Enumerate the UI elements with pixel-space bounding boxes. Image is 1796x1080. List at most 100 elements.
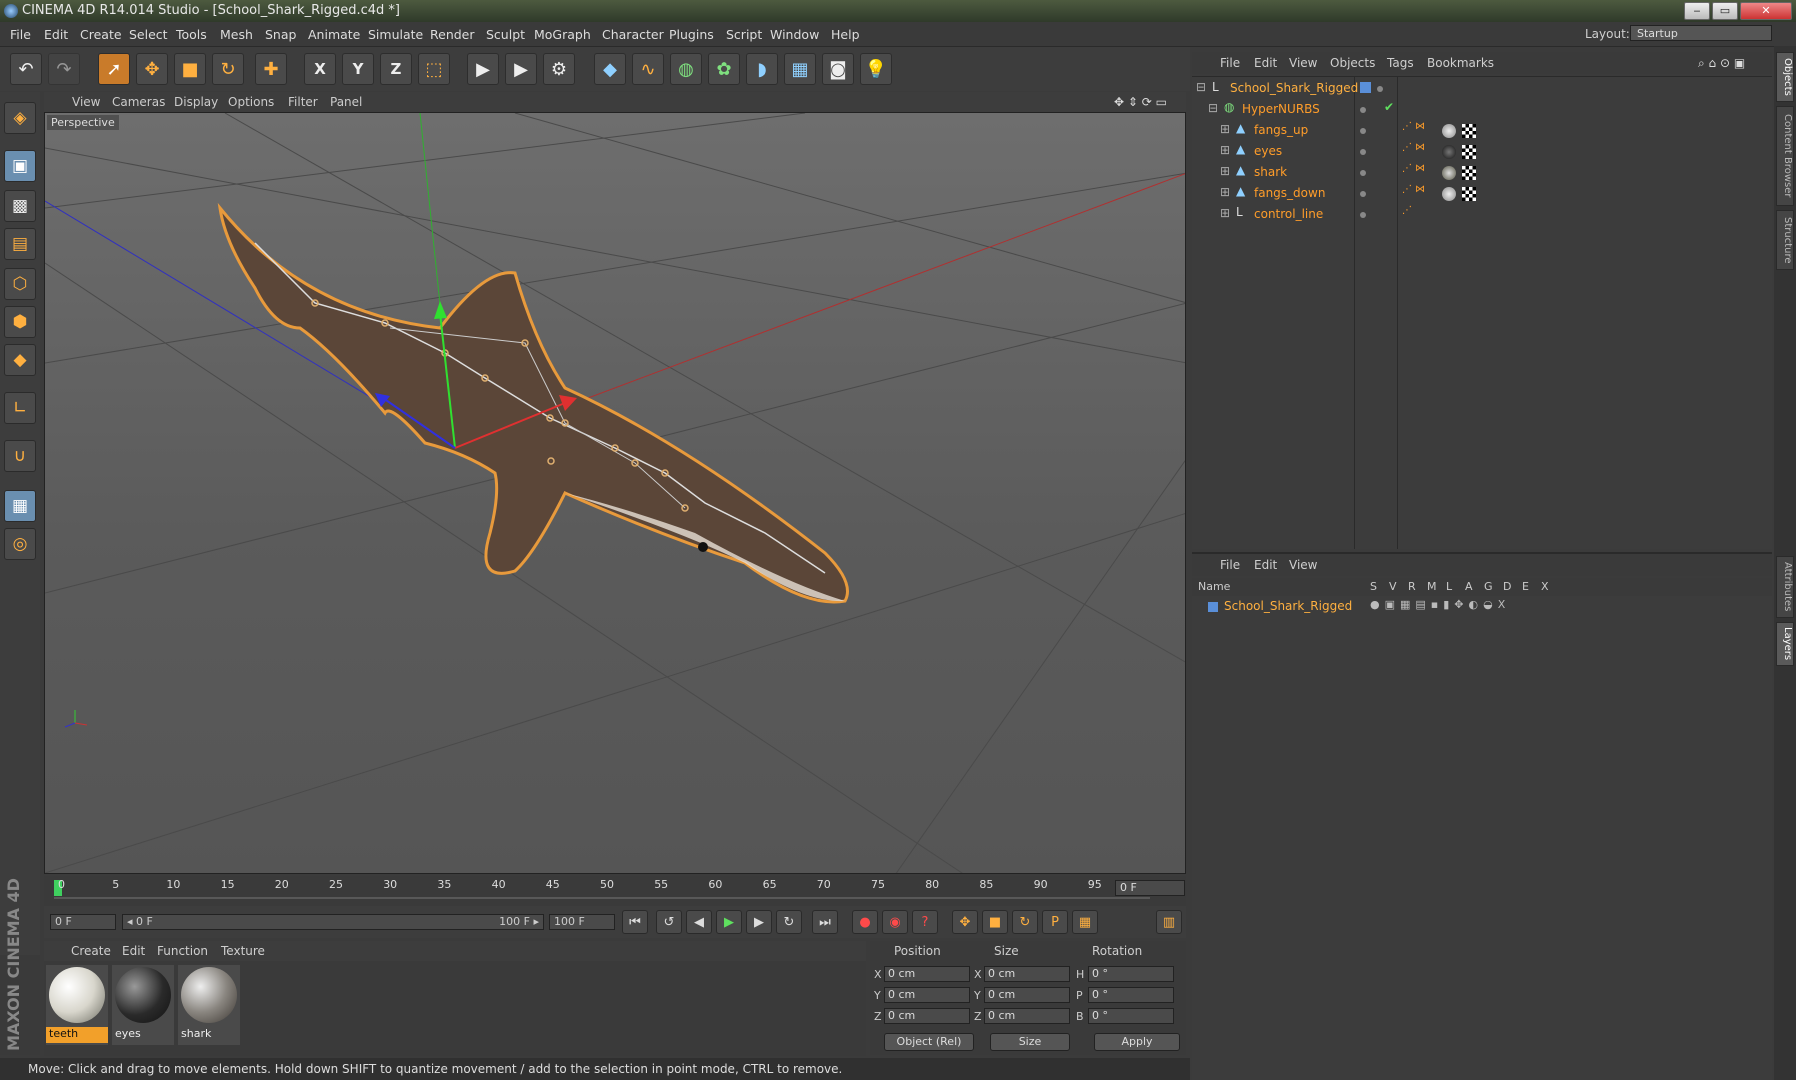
size-z-field[interactable]: 0 cm (984, 1008, 1070, 1024)
menu-plugins[interactable]: Plugins (669, 27, 714, 42)
object-row[interactable]: ⊟ ◍ HyperNURBS ✔ (1192, 100, 1772, 120)
material-tag-icon[interactable] (1442, 145, 1456, 159)
material-tag-icon[interactable] (1442, 124, 1456, 138)
col-generators[interactable]: G (1484, 580, 1493, 593)
object-row[interactable]: ⊞ L control_line ⋰ (1192, 205, 1772, 225)
material-shark[interactable]: shark (178, 965, 240, 1045)
workplane-icon[interactable]: ▤ (4, 228, 36, 260)
menu-render[interactable]: Render (430, 27, 475, 42)
objmgr-toolbar-icons[interactable]: ⌕ ⌂ ⊙ ▣ (1698, 56, 1745, 71)
visibility-dot[interactable] (1360, 149, 1366, 155)
z-axis-lock-button[interactable]: Z (380, 53, 412, 85)
material-eyes[interactable]: eyes (112, 965, 174, 1045)
position-x-field[interactable]: 0 cm (884, 966, 970, 982)
material-teeth[interactable]: teeth (46, 965, 108, 1045)
render-view-icon[interactable]: ▶ (467, 53, 499, 85)
autokeying-icon[interactable]: ◉ (882, 910, 908, 934)
record-rotation-icon[interactable]: ↻ (1012, 910, 1038, 934)
uvw-tag-icon[interactable] (1462, 166, 1476, 180)
expand-icon[interactable]: ⊞ (1220, 206, 1230, 220)
layermgr-menu-file[interactable]: File (1220, 558, 1240, 572)
material-menu-edit[interactable]: Edit (122, 944, 145, 958)
col-solo[interactable]: S (1370, 580, 1377, 593)
visibility-dot[interactable] (1360, 191, 1366, 197)
menu-mograph[interactable]: MoGraph (534, 27, 591, 42)
menu-sculpt[interactable]: Sculpt (486, 27, 525, 42)
tag-icons[interactable]: ⋰ (1402, 205, 1412, 216)
maximize-button[interactable]: ▭ (1712, 2, 1738, 20)
record-scale-icon[interactable]: ■ (982, 910, 1008, 934)
material-tag-icon[interactable] (1442, 166, 1456, 180)
layer-color-icon[interactable] (1208, 602, 1218, 612)
layer-row[interactable]: School_Shark_Rigged ●▣▦▤▪▮✥◐◒X (1192, 596, 1772, 616)
menu-window[interactable]: Window (770, 27, 819, 42)
coordinate-system-icon[interactable]: ⬚ (418, 53, 450, 85)
next-frame-icon[interactable]: ▶ (746, 910, 772, 934)
move-tool-icon[interactable]: ✥ (136, 53, 168, 85)
col-view[interactable]: V (1389, 580, 1397, 593)
uvw-tag-icon[interactable] (1462, 145, 1476, 159)
goto-previous-key-icon[interactable]: ↺ (656, 910, 682, 934)
tab-attributes[interactable]: Attributes (1776, 556, 1794, 618)
visibility-dot[interactable] (1360, 107, 1366, 113)
object-row[interactable]: ⊞ ▲ eyes ⋰ ⋈ (1192, 142, 1772, 162)
col-expressions[interactable]: E (1522, 580, 1529, 593)
menu-mesh[interactable]: Mesh (220, 27, 253, 42)
preview-range-slider[interactable]: ◂ 0 F 100 F ▸ (122, 914, 544, 930)
col-deformers[interactable]: D (1503, 580, 1511, 593)
cube-primitive-icon[interactable]: ◆ (594, 53, 626, 85)
tab-layers[interactable]: Layers (1776, 622, 1794, 666)
tab-structure[interactable]: Structure (1776, 210, 1794, 270)
y-axis-lock-button[interactable]: Y (342, 53, 374, 85)
mograph-cloner-icon[interactable]: ✿ (708, 53, 740, 85)
menu-edit[interactable]: Edit (44, 27, 68, 42)
object-row[interactable]: ⊞ ▲ shark ⋰ ⋈ (1192, 163, 1772, 183)
menu-help[interactable]: Help (831, 27, 860, 42)
timeline-ruler[interactable]: 0510152025303540455055606570758085909510… (44, 876, 1186, 906)
collapse-icon[interactable]: ⊟ (1208, 101, 1218, 115)
rotation-b-field[interactable]: 0 ° (1088, 1008, 1174, 1024)
play-forward-icon[interactable]: ▶ (716, 910, 742, 934)
tag-icons[interactable]: ⋰ ⋈ (1402, 184, 1425, 195)
magnet-snap-icon[interactable]: ∪ (4, 440, 36, 472)
objmgr-menu-bookmarks[interactable]: Bookmarks (1427, 56, 1494, 70)
visibility-dot[interactable] (1360, 170, 1366, 176)
camera-icon[interactable]: ◙ (822, 53, 854, 85)
material-menu-function[interactable]: Function (157, 944, 208, 958)
3d-viewport[interactable]: Perspective (44, 112, 1186, 874)
menu-simulate[interactable]: Simulate (368, 27, 423, 42)
polygons-mode-icon[interactable]: ◆ (4, 344, 36, 376)
layer-flag-icons[interactable]: ●▣▦▤▪▮✥◐◒X (1370, 598, 1510, 611)
col-render[interactable]: R (1408, 580, 1416, 593)
visibility-dot[interactable] (1360, 128, 1366, 134)
axis-mode-icon[interactable]: ∟ (4, 392, 36, 424)
material-menu-texture[interactable]: Texture (221, 944, 265, 958)
expand-icon[interactable]: ⊞ (1220, 122, 1230, 136)
objmgr-menu-file[interactable]: File (1220, 56, 1240, 70)
goto-end-icon[interactable]: ⏭ (812, 910, 838, 934)
menu-snap[interactable]: Snap (265, 27, 296, 42)
objmgr-menu-view[interactable]: View (1289, 56, 1317, 70)
rotation-h-field[interactable]: 0 ° (1088, 966, 1174, 982)
objmgr-menu-tags[interactable]: Tags (1387, 56, 1414, 70)
previous-frame-icon[interactable]: ◀ (686, 910, 712, 934)
menu-script[interactable]: Script (726, 27, 762, 42)
col-animation[interactable]: A (1465, 580, 1473, 593)
start-frame-field[interactable]: 0 F (50, 914, 116, 930)
recent-tool-icon[interactable]: ✚ (255, 53, 287, 85)
record-keys-icon[interactable]: ● (852, 910, 878, 934)
col-manager[interactable]: M (1427, 580, 1437, 593)
coordinate-mode-dropdown[interactable]: Object (Rel) (884, 1033, 974, 1051)
viewport-menu-display[interactable]: Display (174, 95, 218, 109)
material-tag-icon[interactable] (1442, 187, 1456, 201)
layermgr-menu-edit[interactable]: Edit (1254, 558, 1277, 572)
size-mode-dropdown[interactable]: Size (990, 1033, 1070, 1051)
edges-mode-icon[interactable]: ⬢ (4, 306, 36, 338)
viewport-menu-filter[interactable]: Filter (288, 95, 318, 109)
expand-icon[interactable]: ⊞ (1220, 185, 1230, 199)
rotation-p-field[interactable]: 0 ° (1088, 987, 1174, 1003)
scale-tool-icon[interactable]: ■ (174, 53, 206, 85)
visibility-dot[interactable] (1360, 212, 1366, 218)
uvw-tag-icon[interactable] (1462, 124, 1476, 138)
tab-objects[interactable]: Objects (1776, 52, 1794, 102)
